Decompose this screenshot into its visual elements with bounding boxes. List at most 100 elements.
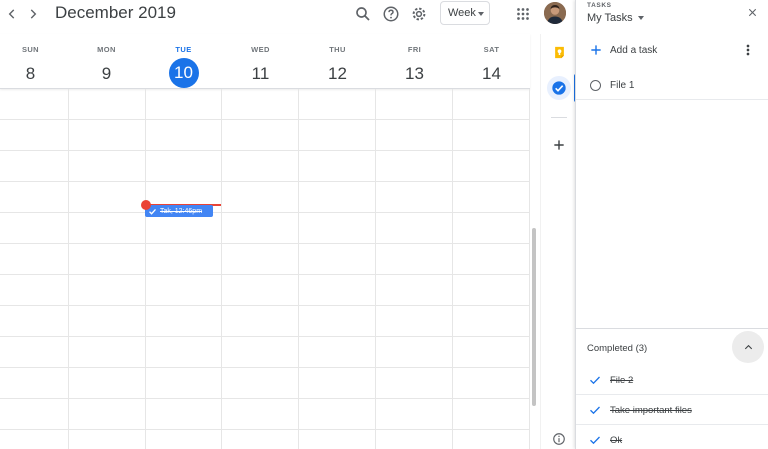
day-number: 14 [482, 64, 501, 83]
week-time-grid[interactable]: Tak, 12:46pm [0, 89, 530, 449]
column-divider [298, 89, 299, 449]
keep-icon [554, 46, 564, 58]
hour-line [0, 336, 530, 337]
hour-line [0, 367, 530, 368]
task-complete-checkbox[interactable] [590, 80, 601, 91]
settings-button[interactable] [408, 3, 430, 25]
view-select-label: Week [448, 7, 476, 19]
day-header-sun[interactable]: SUN 8 [0, 34, 69, 89]
column-divider [68, 89, 69, 449]
task-item[interactable]: File 1 [576, 72, 768, 100]
caret-down-icon [637, 16, 644, 20]
tasks-icon [552, 81, 566, 95]
completed-task-title: Take important files [610, 405, 692, 416]
apps-button[interactable] [512, 3, 534, 25]
tasks-panel: TASKS My Tasks Add a task File 1 Complet… [575, 0, 768, 449]
day-header-tue-today[interactable]: TUE 10 [145, 34, 222, 89]
task-list-name: My Tasks [587, 12, 633, 24]
more-vert-icon [746, 44, 750, 56]
grid-scrollbar[interactable] [532, 228, 536, 406]
hour-line [0, 305, 530, 306]
day-name: TUE [175, 45, 192, 54]
month-title: December 2019 [55, 3, 176, 22]
get-addons-button[interactable] [547, 133, 571, 157]
tasks-section-label: TASKS [587, 2, 612, 9]
column-divider [375, 89, 376, 449]
hour-line [0, 150, 530, 151]
info-button[interactable] [547, 427, 571, 449]
day-name: SUN [21, 45, 40, 54]
current-time-dot [141, 200, 151, 210]
event-title: Tak, 12:46pm [160, 207, 203, 215]
hour-line [0, 243, 530, 244]
close-panel-button[interactable] [745, 5, 759, 19]
column-divider [221, 89, 222, 449]
column-divider [529, 89, 530, 449]
rail-divider [551, 117, 567, 118]
week-day-header: SUN 8 MON 9 TUE 10 WED 11 THU 12 FRI 13 … [0, 34, 530, 89]
day-header-thu[interactable]: THU 12 [299, 34, 376, 89]
plus-icon [591, 45, 601, 55]
next-week-button[interactable] [23, 4, 43, 24]
caret-down-icon [478, 12, 484, 16]
check-icon[interactable] [589, 404, 601, 416]
day-name: SAT [483, 45, 500, 54]
completed-task-title: File 2 [610, 375, 634, 386]
day-number: 9 [101, 64, 112, 83]
side-panel-rail [540, 34, 577, 449]
task-list-selector[interactable]: My Tasks [587, 12, 644, 24]
add-task-button[interactable]: Add a task [576, 38, 768, 64]
hour-line [0, 119, 530, 120]
hour-line [0, 429, 530, 430]
day-name: WED [251, 45, 270, 54]
hour-line [0, 181, 530, 182]
day-header-wed[interactable]: WED 11 [222, 34, 299, 89]
chevron-left-icon [8, 9, 15, 19]
check-icon[interactable] [589, 374, 601, 386]
collapse-completed-button[interactable] [732, 331, 764, 363]
hour-line [0, 274, 530, 275]
hour-line [0, 398, 530, 399]
day-name: FRI [407, 45, 422, 54]
day-number-today: 10 [168, 58, 199, 88]
info-icon [553, 433, 565, 445]
add-task-label: Add a task [610, 45, 658, 56]
day-header-mon[interactable]: MON 9 [68, 34, 145, 89]
completed-header[interactable]: Completed (3) [587, 343, 647, 354]
apps-grid-icon [517, 8, 529, 20]
gear-icon [412, 7, 426, 21]
day-header-sat[interactable]: SAT 14 [453, 34, 530, 89]
close-icon [748, 8, 756, 16]
day-number: 13 [405, 64, 424, 83]
task-title: File 1 [610, 80, 635, 91]
task-event-chip[interactable]: Tak, 12:46pm [145, 205, 213, 217]
top-bar: December 2019 Week [0, 0, 566, 34]
completed-task-item[interactable]: Take important files [576, 395, 768, 425]
day-name: MON [97, 45, 116, 54]
chevron-up-icon [744, 344, 752, 349]
help-icon [383, 6, 399, 22]
completed-divider [576, 328, 768, 329]
help-button[interactable] [380, 3, 402, 25]
day-number: 8 [25, 64, 36, 83]
more-options-button[interactable] [742, 42, 754, 58]
day-number: 12 [328, 64, 347, 83]
day-name: THU [329, 45, 346, 54]
keep-button[interactable] [547, 40, 571, 64]
column-divider [452, 89, 453, 449]
tasks-button[interactable] [547, 76, 571, 100]
completed-task-item[interactable]: Ok [576, 425, 768, 449]
search-button[interactable] [352, 3, 374, 25]
completed-task-title: Ok [610, 435, 623, 446]
account-avatar[interactable] [544, 2, 566, 24]
day-header-fri[interactable]: FRI 13 [376, 34, 453, 89]
plus-icon [554, 140, 564, 150]
hour-line [0, 212, 530, 213]
day-number: 11 [251, 64, 270, 83]
column-divider [145, 89, 146, 449]
prev-week-button[interactable] [2, 4, 22, 24]
completed-task-item[interactable]: File 2 [576, 365, 768, 395]
view-select[interactable]: Week [440, 1, 490, 25]
chevron-right-icon [30, 9, 37, 19]
check-icon[interactable] [589, 434, 601, 446]
